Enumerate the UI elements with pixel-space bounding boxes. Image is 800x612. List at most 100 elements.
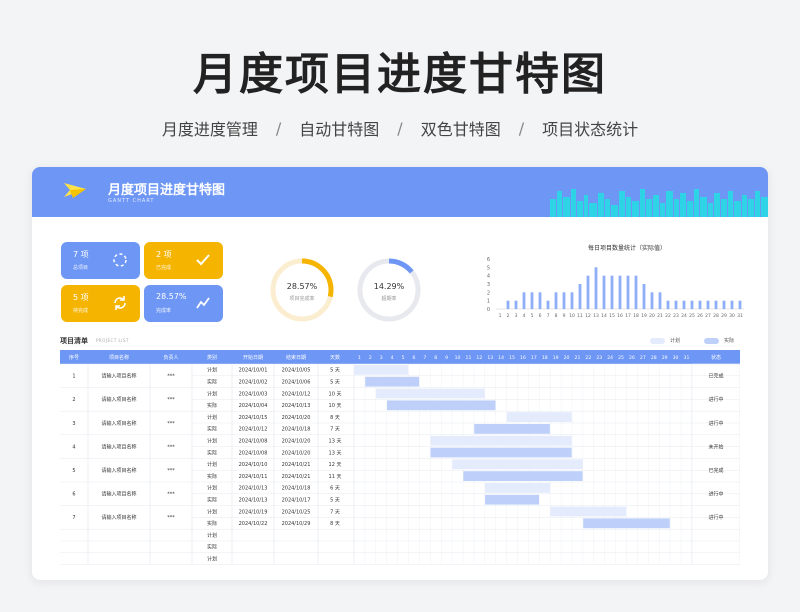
x-tick-label: 1 [499, 313, 502, 319]
x-tick-label: 19 [641, 313, 647, 319]
chart-title: 每日项目数量统计（实际值） [587, 245, 666, 252]
header-day: 9 [445, 355, 448, 361]
x-tick-label: 30 [729, 313, 735, 319]
cell-no: 6 [72, 492, 75, 498]
bar [578, 284, 582, 309]
x-tick-label: 16 [617, 313, 623, 319]
cell-start-date: 2024/10/15 [239, 415, 268, 421]
cell-end-date: 2024/10/29 [282, 521, 311, 527]
cell-status: 进行中 [708, 491, 723, 498]
y-tick-label: 1 [487, 299, 490, 305]
cell-start-date: 2024/10/03 [239, 391, 268, 397]
header-start: 开始日期 [243, 354, 263, 361]
cell-type: 实际 [207, 497, 217, 504]
cell-start-date: 2024/10/10 [239, 462, 268, 468]
gantt-bar-plan [452, 459, 583, 470]
list-subtitle: PROJECT LIST [96, 338, 129, 343]
legend-swatch-actual [704, 338, 719, 344]
banner: 月度项目进度甘特图 GANTT CHART [32, 167, 768, 217]
cell-start-date: 2024/10/22 [239, 521, 268, 527]
header-day: 4 [391, 355, 394, 361]
paper-plane-icon [64, 183, 86, 198]
stat-value: 7 项 [73, 250, 89, 259]
subnav-item-auto-gantt: 自动甘特图 [299, 120, 380, 139]
bar [674, 300, 678, 309]
subnav-item-status: 项目状态统计 [542, 120, 639, 139]
bar [642, 284, 646, 309]
x-tick-label: 8 [555, 313, 558, 319]
separator: / [275, 118, 282, 138]
banner-subtitle: GANTT CHART [108, 198, 155, 204]
header-day: 20 [564, 355, 570, 361]
cell-end-date: 2024/10/25 [282, 509, 311, 515]
stat-label: 已完成 [156, 265, 172, 271]
cell-end-date: 2024/10/21 [282, 462, 311, 468]
cell-days: 6 天 [330, 486, 340, 492]
cell-status: 已完成 [708, 467, 723, 474]
header-type: 类别 [207, 354, 217, 361]
gantt-bar-plan [354, 365, 409, 375]
bar [722, 300, 726, 309]
cell-start-date: 2024/10/04 [239, 403, 268, 409]
cell-days: 13 天 [329, 439, 342, 445]
cell-type: 实际 [207, 379, 217, 386]
cell-end-date: 2024/10/06 [282, 380, 311, 386]
header-day: 21 [575, 355, 581, 361]
cell-start-date: 2024/10/11 [239, 474, 268, 480]
bar [698, 300, 702, 309]
bar [730, 300, 734, 309]
x-tick-label: 21 [657, 313, 663, 319]
x-tick-label: 10 [569, 313, 575, 319]
header-day: 10 [455, 355, 461, 361]
cell-end-date: 2024/10/18 [282, 427, 311, 433]
x-tick-label: 22 [665, 313, 671, 319]
cell-type: 实际 [207, 449, 217, 456]
bar [618, 275, 622, 309]
cell-days: 5 天 [330, 368, 340, 374]
gantt-bar-actual [474, 424, 550, 434]
x-tick-label: 29 [721, 313, 727, 319]
subnav-item-monthly: 月度进度管理 [161, 120, 258, 139]
header-status: 状态 [711, 354, 721, 361]
cell-status: 已完成 [708, 373, 723, 380]
header-day: 26 [629, 355, 635, 361]
x-tick-label: 20 [649, 313, 655, 319]
x-tick-label: 12 [585, 313, 591, 319]
bar [666, 300, 670, 309]
ring-label: 超期率 [381, 296, 397, 302]
stat-total-projects: 7 项 总项目 [61, 242, 140, 279]
header-day: 31 [684, 355, 690, 361]
list-title: 项目清单 [60, 337, 88, 345]
bar [522, 292, 526, 309]
cell-start-date: 2024/10/13 [239, 498, 268, 504]
stat-value: 5 项 [73, 293, 89, 302]
cell-project-name: 请输入项目名称 [101, 420, 136, 427]
bar [514, 300, 518, 309]
y-tick-label: 3 [487, 282, 490, 288]
x-tick-label: 15 [609, 313, 615, 319]
cell-days: 5 天 [330, 498, 340, 504]
cell-type: 计划 [207, 367, 217, 374]
cell-days: 8 天 [330, 521, 340, 527]
x-tick-label: 26 [697, 313, 703, 319]
cell-no: 3 [72, 421, 75, 427]
x-tick-label: 25 [689, 313, 695, 319]
header-day: 2 [369, 355, 372, 361]
sub-navigation: 月度进度管理 / 自动甘特图 / 双色甘特图 / 项目状态统计 [0, 116, 800, 140]
skyline-decoration [550, 189, 768, 217]
cell-end-date: 2024/10/20 [282, 450, 311, 456]
y-tick-label: 5 [487, 265, 490, 271]
cell-status: 进行中 [708, 396, 723, 403]
bar [634, 275, 638, 309]
gantt-bar-actual [583, 518, 670, 529]
cell-end-date: 2024/10/20 [282, 415, 311, 421]
y-tick-label: 4 [487, 274, 490, 280]
header-day: 24 [607, 355, 613, 361]
header-day: 23 [596, 355, 602, 361]
bar [682, 300, 686, 309]
cell-project-name: 请输入项目名称 [101, 443, 136, 450]
header-day: 1 [358, 355, 361, 361]
stat-pending: 5 项 待完成 [61, 285, 140, 322]
cell-end-date: 2024/10/05 [282, 368, 311, 374]
x-tick-label: 7 [547, 313, 550, 319]
